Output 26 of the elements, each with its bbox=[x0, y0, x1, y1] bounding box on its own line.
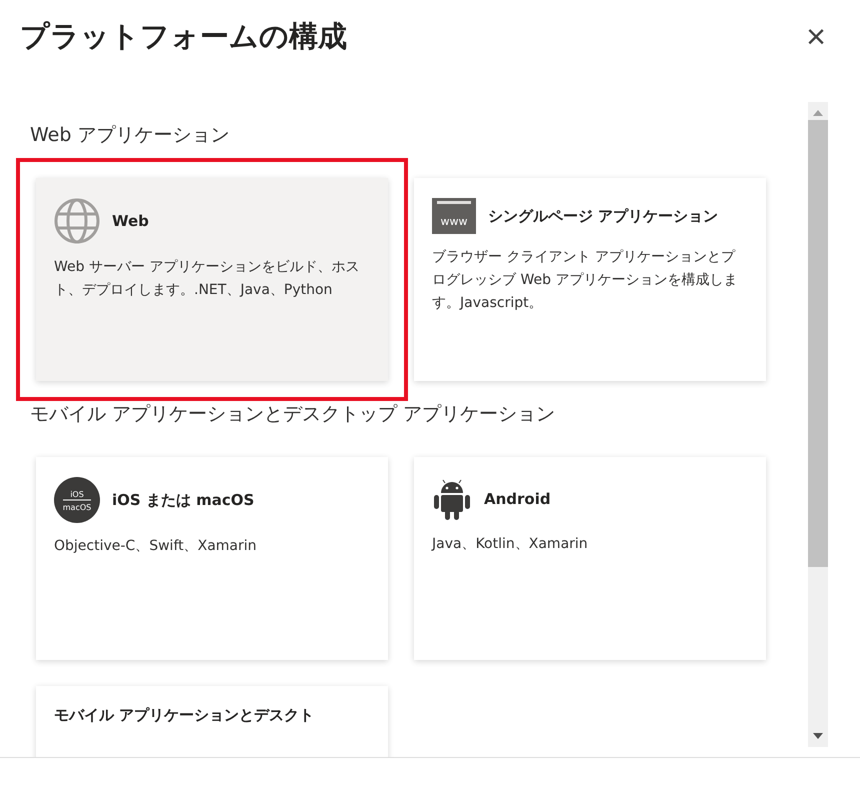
section-heading: Web アプリケーション bbox=[30, 123, 230, 148]
scroll-up-icon[interactable] bbox=[813, 110, 823, 116]
section-heading: モバイル アプリケーションとデスクトップ アプリケーション bbox=[30, 402, 556, 427]
scrollbar[interactable] bbox=[808, 102, 828, 747]
dialog-title: プラットフォームの構成 bbox=[20, 18, 347, 55]
card-title: シングルページ アプリケーション bbox=[488, 206, 718, 226]
card-title: モバイル アプリケーションとデスクト bbox=[54, 706, 314, 725]
close-button[interactable]: × bbox=[802, 20, 830, 54]
card-description: Objective-C、Swift、Xamarin bbox=[54, 537, 258, 556]
platform-card[interactable]: iOS macOS iOS または macOS Objective-C、Swift、Xamarin bbox=[36, 457, 388, 660]
platform-card[interactable]: モバイル アプリケーションとデスクト bbox=[36, 686, 388, 757]
platform-card[interactable]: Android Java、Kotlin、Xamarin bbox=[414, 457, 766, 660]
card-title: iOS または macOS bbox=[112, 490, 254, 510]
card-description: Java、Kotlin、Xamarin bbox=[432, 535, 589, 554]
android-icon bbox=[432, 477, 472, 521]
platform-card[interactable]: Web Web サーバー アプリケーションをビルド、ホスト、デプロイします。.NET、Java、Python bbox=[36, 178, 388, 381]
scrollbar-thumb[interactable] bbox=[808, 120, 828, 567]
platform-card[interactable]: www シングルページ アプリケーション ブラウザー クライアント アプリケーションとプログレッシブ Web アプリケーションを構成します。Javascript。 bbox=[414, 178, 766, 381]
card-title: Android bbox=[484, 490, 551, 508]
ios-macos-icon: iOS macOS bbox=[54, 477, 100, 523]
card-description: Web サーバー アプリケーションをビルド、ホスト、デプロイします。.NET、Java、Python bbox=[54, 258, 360, 300]
scroll-down-icon[interactable] bbox=[813, 733, 823, 739]
card-title: Web bbox=[112, 212, 149, 230]
browser-window-icon: www bbox=[432, 198, 476, 234]
globe-icon bbox=[54, 198, 100, 244]
card-description: ブラウザー クライアント アプリケーションとプログレッシブ Web アプリケーションを構成します。Javascript。 bbox=[432, 248, 738, 313]
